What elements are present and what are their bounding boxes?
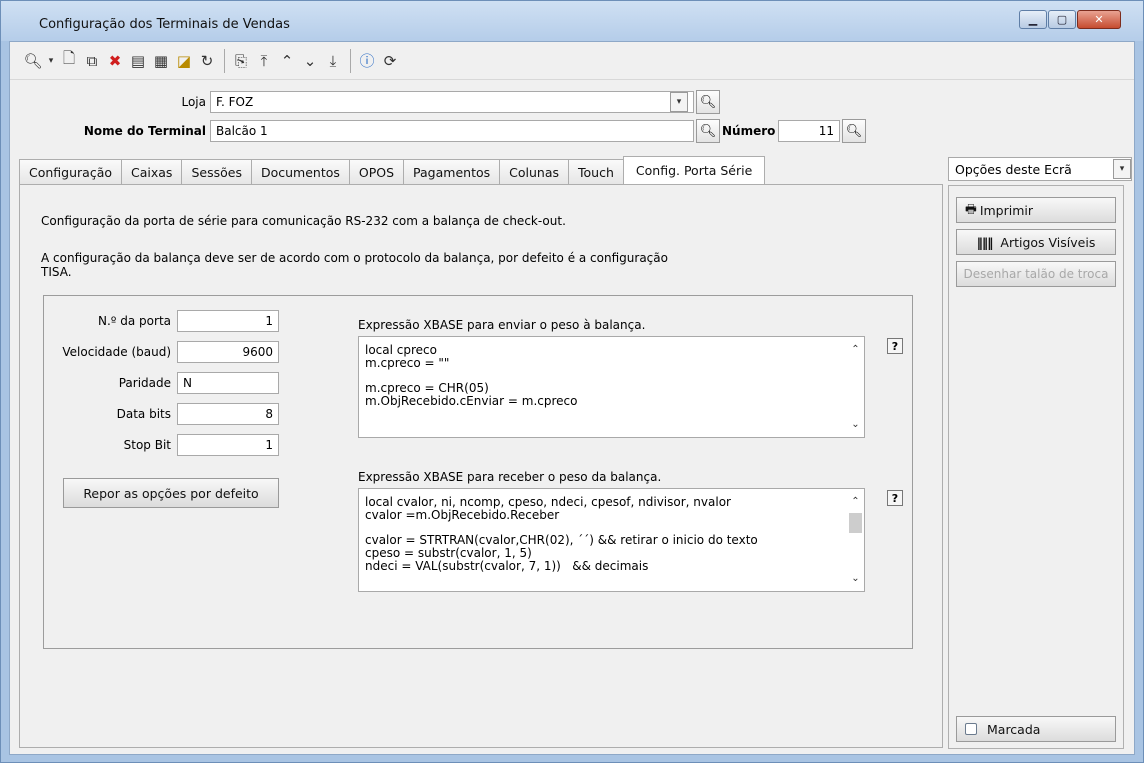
tab-configuracao[interactable]: Configuração — [19, 159, 123, 184]
tab-sessoes[interactable]: Sessões — [181, 159, 252, 184]
numero-label: Número — [722, 124, 776, 138]
toolbar-separator — [224, 48, 225, 73]
app-window: Configuração dos Terminais de Vendas ▁ ▢… — [0, 0, 1144, 763]
scrollbar[interactable]: ⌃ ⌄ — [847, 337, 864, 437]
tab-colunas[interactable]: Colunas — [499, 159, 570, 184]
new-icon[interactable]: 🗋 — [58, 48, 80, 74]
tab-config-porta-serie[interactable]: Config. Porta Série — [622, 156, 766, 184]
terminal-name-field[interactable]: Balcão 1 — [210, 120, 694, 142]
search-icon[interactable]: 🔍︎ — [696, 119, 720, 143]
terminal-label: Nome do Terminal — [83, 124, 206, 138]
window-controls: ▁ ▢ ✕ — [1018, 10, 1121, 29]
maximize-icon[interactable]: ▢ — [1048, 10, 1076, 29]
copy-icon[interactable]: ⧉ — [81, 48, 103, 74]
reset-defaults-button[interactable]: Repor as opções por defeito — [63, 478, 279, 508]
stopbit-label: Stop Bit — [123, 438, 171, 452]
serial-config-group: N.º da porta 1 Velocidade (baud) 9600 Pa… — [43, 295, 913, 649]
paridade-label: Paridade — [118, 376, 171, 390]
draw-exchange-receipt-button[interactable]: Desenhar talão de troca — [956, 261, 1116, 287]
recv-expression-code: local cvalor, ni, ncomp, cpeso, ndeci, c… — [365, 495, 758, 573]
visible-articles-button[interactable]: ‖‖‖ Artigos Visíveis — [956, 229, 1116, 255]
reload-icon[interactable]: ⟳ — [379, 48, 401, 74]
search-icon[interactable]: 🔍︎ — [842, 119, 866, 143]
loja-label: Loja — [181, 95, 206, 109]
last-icon[interactable]: ⤓ — [322, 48, 344, 74]
scrollbar[interactable]: ⌃ ⌄ — [847, 489, 864, 591]
tab-panel: Configuração da porta de série para comu… — [19, 184, 943, 748]
checkbox-icon[interactable] — [965, 723, 977, 735]
chevron-down-icon[interactable]: ▾ — [1113, 159, 1131, 179]
velocidade-label: Velocidade (baud) — [62, 345, 171, 359]
filter-icon[interactable]: ◪ — [173, 48, 195, 74]
databits-field[interactable]: 8 — [177, 403, 279, 425]
first-icon[interactable]: ⤒ — [253, 48, 275, 74]
tab-strip: Configuração Caixas Sessões Documentos O… — [19, 156, 766, 184]
printer-icon: 🖶 — [965, 200, 977, 216]
intro-text-2b: TISA. — [41, 265, 72, 279]
scroll-down-icon[interactable]: ⌄ — [847, 416, 864, 433]
intro-text-2: A configuração da balança deve ser de ac… — [41, 251, 668, 265]
tab-touch[interactable]: Touch — [568, 159, 624, 184]
tab-caixas[interactable]: Caixas — [121, 159, 183, 184]
help-icon[interactable]: ⓘ — [356, 48, 378, 74]
tab-documentos[interactable]: Documentos — [250, 159, 350, 184]
print-button[interactable]: 🖶 Imprimir — [956, 197, 1116, 223]
print-button-label: Imprimir — [979, 202, 1034, 218]
next-icon[interactable]: ⌄ — [299, 48, 321, 74]
recv-expression-editor[interactable]: local cvalor, ni, ncomp, cpeso, ndeci, c… — [358, 488, 865, 592]
porta-field[interactable]: 1 — [177, 310, 279, 332]
search-icon[interactable]: 🔍︎ — [696, 90, 720, 114]
form-icon[interactable]: ▤ — [127, 48, 149, 74]
grid-icon[interactable]: ▦ — [150, 48, 172, 74]
stopbit-field[interactable]: 1 — [177, 434, 279, 456]
client-area: 🔍︎ ▾ 🗋 ⧉ ✖ ▤ ▦ ◪ ↻ ⎘ ⤒ ⌃ ⌄ ⤓ ⓘ ⟳ Loja F.… — [9, 41, 1135, 755]
side-panel: Opções deste Ecrã ▾ 🖶 Imprimir ‖‖‖ Artig… — [948, 157, 1132, 749]
velocidade-field[interactable]: 9600 — [177, 341, 279, 363]
minimize-icon[interactable]: ▁ — [1019, 10, 1047, 29]
numero-field[interactable]: 11 — [778, 120, 840, 142]
scroll-up-icon[interactable]: ⌃ — [847, 341, 864, 358]
dropdown-icon[interactable]: ▾ — [45, 48, 57, 74]
intro-text: Configuração da porta de série para comu… — [41, 214, 566, 228]
window-title: Configuração dos Terminais de Vendas — [39, 17, 290, 32]
delete-icon[interactable]: ✖ — [104, 48, 126, 74]
paridade-field[interactable]: N — [177, 372, 279, 394]
toolbar-separator — [350, 48, 351, 73]
barcode-icon: ‖‖‖ — [976, 234, 994, 250]
recv-expression-label: Expressão XBASE para receber o peso da b… — [358, 470, 662, 484]
marcada-label: Marcada — [987, 721, 1041, 737]
send-expression-editor[interactable]: local cpreco m.cpreco = "" m.cpreco = CH… — [358, 336, 865, 438]
send-expression-code: local cpreco m.cpreco = "" m.cpreco = CH… — [365, 343, 578, 409]
prev-icon[interactable]: ⌃ — [276, 48, 298, 74]
close-icon[interactable]: ✕ — [1077, 10, 1121, 29]
tab-opos[interactable]: OPOS — [348, 159, 405, 184]
porta-label: N.º da porta — [98, 314, 171, 328]
toolbar: 🔍︎ ▾ 🗋 ⧉ ✖ ▤ ▦ ◪ ↻ ⎘ ⤒ ⌃ ⌄ ⤓ ⓘ ⟳ — [10, 42, 1134, 80]
databits-label: Data bits — [116, 407, 171, 421]
send-expression-label: Expressão XBASE para enviar o peso à bal… — [358, 318, 646, 332]
scroll-up-icon[interactable]: ⌃ — [847, 493, 864, 510]
tab-pagamentos[interactable]: Pagamentos — [403, 159, 501, 184]
help-icon[interactable]: ? — [887, 490, 903, 506]
search-icon[interactable]: 🔍︎ — [22, 48, 44, 74]
chevron-down-icon[interactable]: ▾ — [670, 92, 688, 112]
refresh-icon[interactable]: ↻ — [196, 48, 218, 74]
screen-options-select[interactable]: Opções deste Ecrã — [948, 157, 1132, 181]
marcada-checkbox[interactable]: Marcada — [956, 716, 1116, 742]
loja-select[interactable]: F. FOZ — [210, 91, 694, 113]
scroll-down-icon[interactable]: ⌄ — [847, 570, 864, 587]
title-bar[interactable]: Configuração dos Terminais de Vendas ▁ ▢… — [1, 1, 1143, 41]
help-icon[interactable]: ? — [887, 338, 903, 354]
visible-articles-label: Artigos Visíveis — [1000, 234, 1096, 250]
side-options-box: 🖶 Imprimir ‖‖‖ Artigos Visíveis Desenhar… — [948, 185, 1124, 749]
scroll-thumb[interactable] — [849, 513, 862, 533]
preview-icon[interactable]: ⎘ — [230, 48, 252, 74]
